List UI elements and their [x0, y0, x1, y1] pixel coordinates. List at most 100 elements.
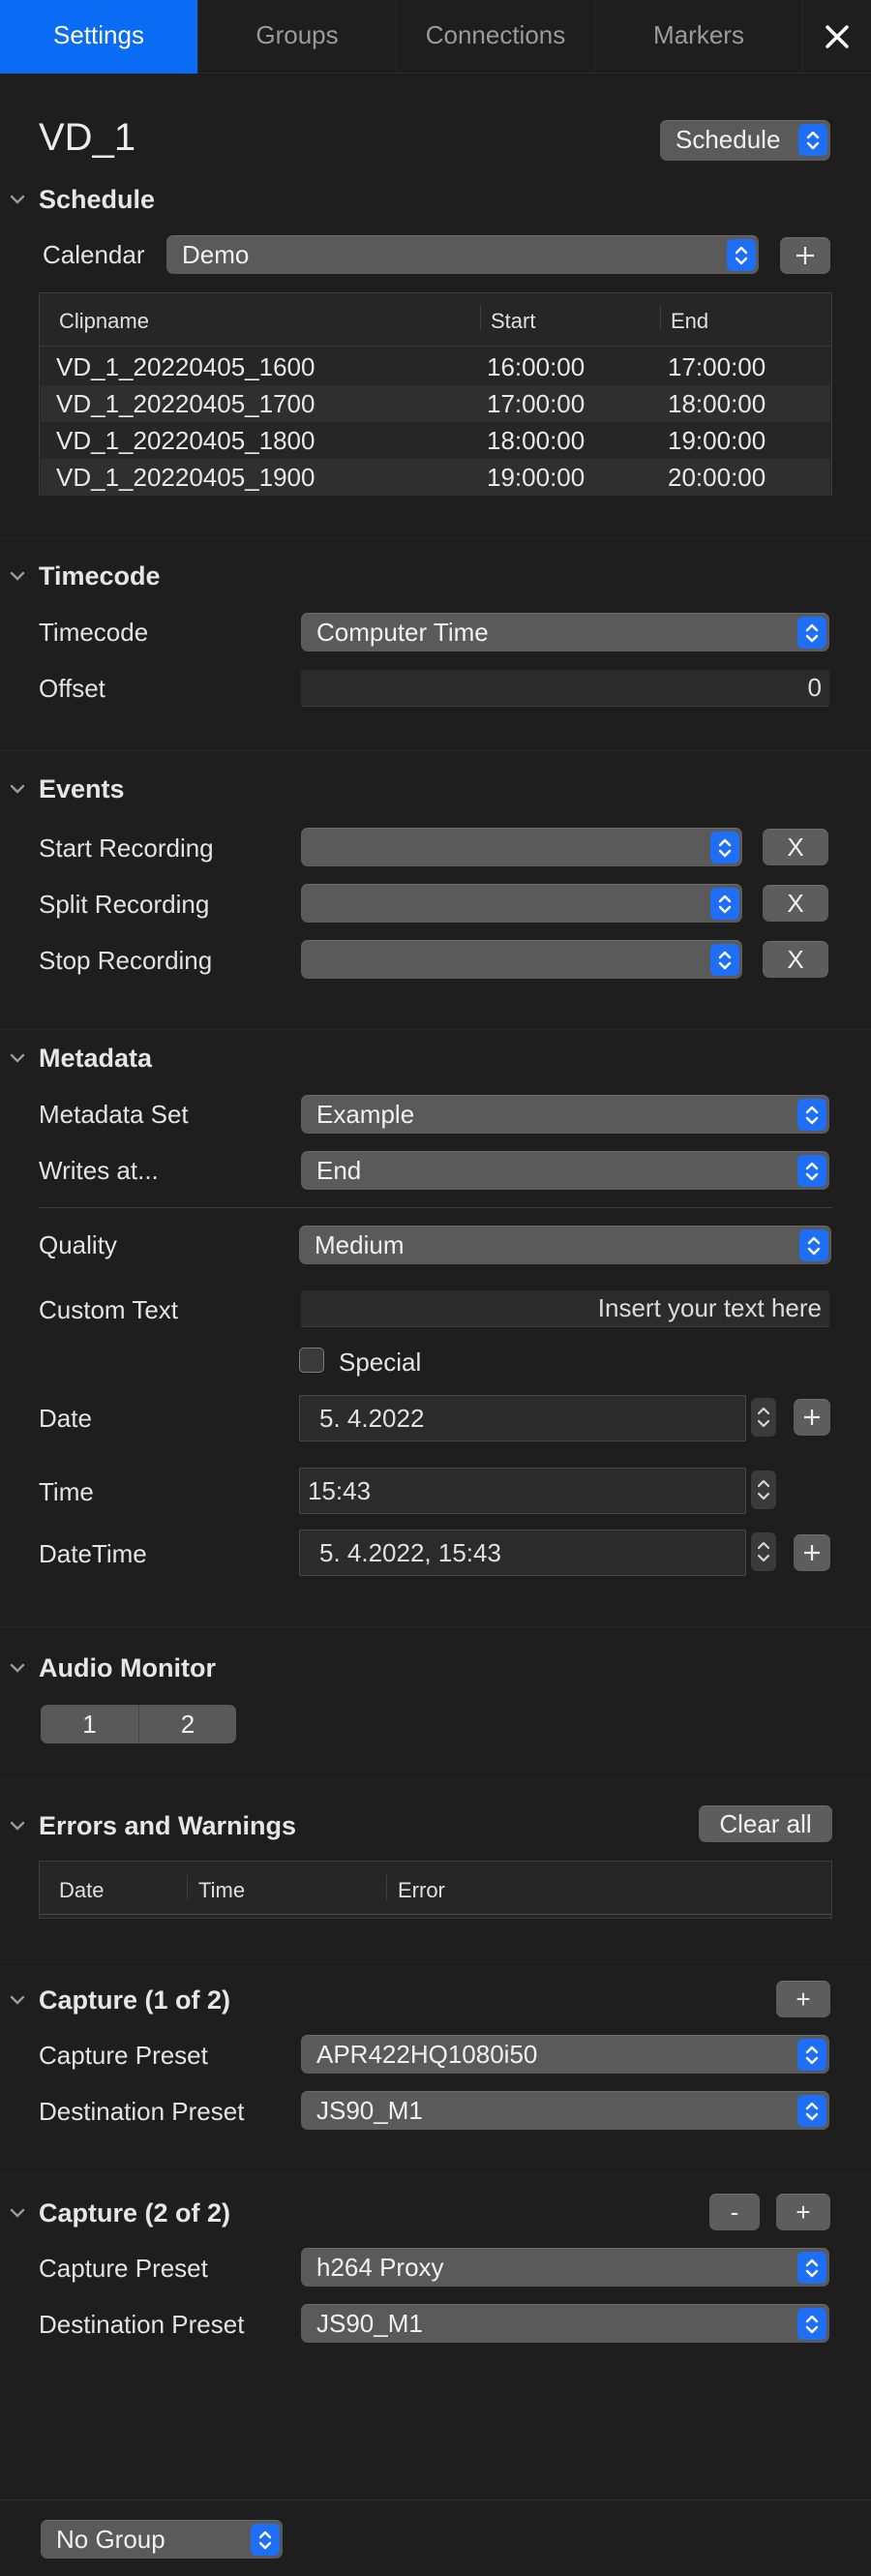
- stepper-icon: [757, 1479, 770, 1500]
- popup-arrows-icon: [797, 2039, 826, 2071]
- column-header-start[interactable]: Start: [491, 309, 535, 334]
- metadata-set-popup[interactable]: Example: [301, 1095, 829, 1134]
- add-capture-button[interactable]: +: [776, 2194, 830, 2230]
- add-datetime-button[interactable]: [794, 1534, 830, 1571]
- date-label: Date: [39, 1404, 92, 1433]
- audio-channel-selector: 1 2: [41, 1705, 236, 1743]
- start-recording-popup[interactable]: [301, 828, 742, 866]
- destination-preset-popup[interactable]: JS90_M1: [301, 2091, 829, 2130]
- clear-all-button[interactable]: Clear all: [699, 1805, 832, 1842]
- date-stepper[interactable]: [751, 1398, 776, 1437]
- audio-channel-1[interactable]: 1: [41, 1705, 138, 1743]
- column-header-date[interactable]: Date: [59, 1878, 104, 1903]
- time-label: Time: [39, 1477, 94, 1506]
- destination-preset-label: Destination Preset: [39, 2097, 245, 2126]
- popup-arrows-icon: [798, 124, 827, 156]
- tab-connections[interactable]: Connections: [397, 0, 595, 74]
- mode-popup[interactable]: Schedule: [660, 120, 830, 161]
- popup-arrows-icon: [797, 2095, 826, 2127]
- special-label: Special: [339, 1348, 422, 1377]
- timecode-value: Computer Time: [316, 618, 489, 647]
- popup-arrows-icon: [799, 1229, 828, 1261]
- errors-table: Date Time Error: [39, 1861, 832, 1919]
- plus-icon: [804, 1409, 820, 1425]
- datetime-label: DateTime: [39, 1539, 147, 1568]
- section-header-events: Events: [39, 774, 125, 803]
- clear-split-recording-button[interactable]: X: [763, 885, 828, 922]
- offset-field[interactable]: 0: [301, 670, 829, 707]
- popup-arrows-icon: [710, 888, 739, 920]
- chevron-down-icon[interactable]: [8, 1816, 27, 1835]
- popup-arrows-icon: [797, 1155, 826, 1187]
- chevron-down-icon[interactable]: [8, 1658, 27, 1678]
- add-capture-button[interactable]: +: [776, 1981, 830, 2017]
- column-header-error[interactable]: Error: [398, 1878, 445, 1903]
- destination-preset-popup[interactable]: JS90_M1: [301, 2304, 829, 2343]
- table-row[interactable]: VD_1_20220405_1800 18:00:00 19:00:00: [41, 422, 830, 459]
- capture-preset-popup[interactable]: APR422HQ1080i50: [301, 2035, 829, 2074]
- date-field[interactable]: 5. 4.2022: [299, 1395, 746, 1441]
- time-stepper[interactable]: [751, 1470, 776, 1509]
- chevron-down-icon[interactable]: [8, 190, 27, 209]
- section-header-metadata: Metadata: [39, 1044, 153, 1073]
- close-icon: [826, 25, 849, 48]
- stop-recording-popup[interactable]: [301, 940, 742, 979]
- popup-arrows-icon: [727, 239, 756, 271]
- chevron-down-icon[interactable]: [8, 1990, 27, 2010]
- section-header-schedule: Schedule: [39, 185, 156, 214]
- group-popup[interactable]: No Group: [41, 2520, 283, 2559]
- quality-popup[interactable]: Medium: [299, 1226, 831, 1264]
- offset-label: Offset: [39, 674, 105, 703]
- tab-markers[interactable]: Markers: [595, 0, 803, 74]
- datetime-field[interactable]: 5. 4.2022, 15:43: [299, 1530, 746, 1576]
- chevron-down-icon[interactable]: [8, 779, 27, 799]
- popup-arrows-icon: [797, 1099, 826, 1131]
- timecode-label: Timecode: [39, 618, 149, 647]
- popup-arrows-icon: [251, 2524, 280, 2556]
- datetime-stepper[interactable]: [751, 1532, 776, 1571]
- timecode-popup[interactable]: Computer Time: [301, 613, 829, 652]
- device-title: VD_1: [39, 116, 136, 159]
- bottom-bar: No Group: [0, 2500, 871, 2576]
- custom-text-field[interactable]: Insert your text here: [301, 1290, 829, 1327]
- chevron-down-icon[interactable]: [8, 2203, 27, 2223]
- close-button[interactable]: [803, 0, 871, 74]
- stepper-icon: [757, 1541, 770, 1562]
- special-checkbox[interactable]: [299, 1348, 324, 1373]
- chevron-down-icon[interactable]: [8, 566, 27, 586]
- calendar-popup[interactable]: Demo: [166, 235, 759, 274]
- add-calendar-button[interactable]: [780, 237, 830, 274]
- clear-start-recording-button[interactable]: X: [763, 829, 828, 865]
- audio-channel-2[interactable]: 2: [138, 1705, 236, 1743]
- capture-preset-label: Capture Preset: [39, 2254, 208, 2283]
- mode-popup-value: Schedule: [676, 125, 781, 154]
- section-header-errors: Errors and Warnings: [39, 1811, 297, 1840]
- chevron-down-icon[interactable]: [8, 1048, 27, 1068]
- time-field[interactable]: 15:43: [299, 1468, 746, 1514]
- column-header-time[interactable]: Time: [198, 1878, 245, 1903]
- split-recording-label: Split Recording: [39, 890, 210, 919]
- tab-settings[interactable]: Settings: [0, 0, 198, 74]
- plus-icon: [796, 247, 814, 264]
- section-header-capture-1: Capture (1 of 2): [39, 1985, 231, 2015]
- writes-at-popup[interactable]: End: [301, 1151, 829, 1190]
- tab-groups[interactable]: Groups: [198, 0, 397, 74]
- section-header-capture-2: Capture (2 of 2): [39, 2198, 231, 2227]
- clear-stop-recording-button[interactable]: X: [763, 941, 828, 978]
- split-recording-popup[interactable]: [301, 884, 742, 923]
- table-row[interactable]: VD_1_20220405_1600 16:00:00 17:00:00: [41, 349, 830, 385]
- add-date-button[interactable]: [794, 1399, 830, 1436]
- section-header-timecode: Timecode: [39, 561, 161, 591]
- calendar-label: Calendar: [43, 240, 145, 269]
- capture-preset-popup[interactable]: h264 Proxy: [301, 2248, 829, 2287]
- popup-arrows-icon: [710, 944, 739, 976]
- remove-capture-button[interactable]: -: [709, 2194, 760, 2230]
- popup-arrows-icon: [797, 2252, 826, 2284]
- table-row[interactable]: VD_1_20220405_1900 19:00:00 20:00:00: [41, 459, 830, 496]
- tab-bar: Settings Groups Connections Markers: [0, 0, 871, 74]
- popup-arrows-icon: [710, 832, 739, 864]
- column-header-clipname[interactable]: Clipname: [59, 309, 149, 334]
- quality-label: Quality: [39, 1230, 117, 1259]
- table-row[interactable]: VD_1_20220405_1700 17:00:00 18:00:00: [41, 385, 830, 422]
- column-header-end[interactable]: End: [671, 309, 708, 334]
